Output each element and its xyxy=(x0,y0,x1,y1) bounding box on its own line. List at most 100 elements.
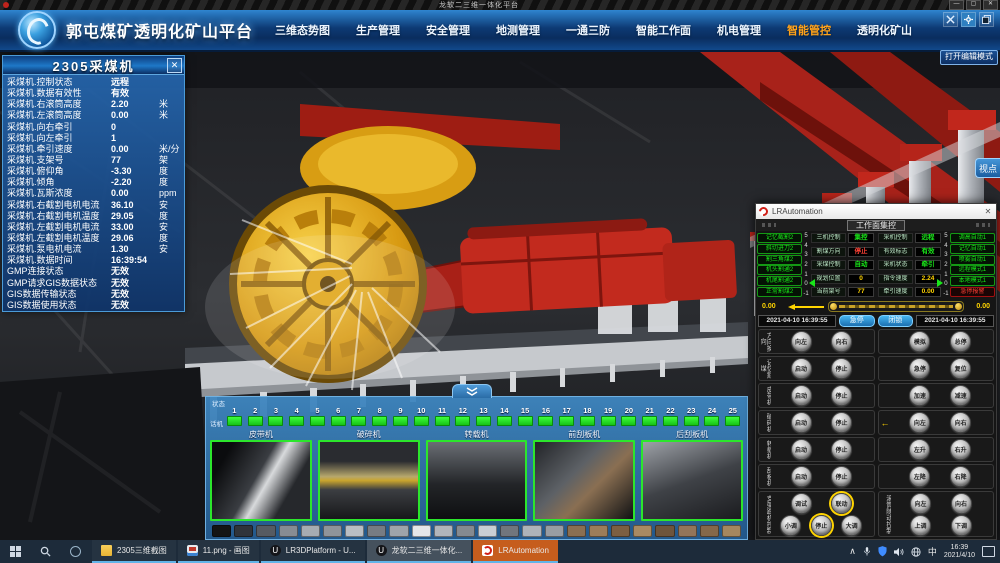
control-button[interactable]: 小调 xyxy=(780,515,801,536)
filmstrip-frame[interactable] xyxy=(545,525,564,537)
channel-status-indicator[interactable] xyxy=(725,416,740,426)
control-button[interactable]: 向右 xyxy=(951,493,972,514)
control-button[interactable]: 启动 xyxy=(791,358,812,379)
mode-button[interactable]: 记忆截割2 xyxy=(757,233,802,243)
channel-status-indicator[interactable] xyxy=(601,416,616,426)
control-button[interactable]: 启动 xyxy=(791,439,812,460)
control-button[interactable]: 向右 xyxy=(831,331,852,352)
maximize-button[interactable]: ▢ xyxy=(966,0,981,10)
channel-status-indicator[interactable] xyxy=(663,416,678,426)
ime-indicator[interactable]: 中 xyxy=(928,545,937,558)
taskbar-app[interactable]: LRAutomation xyxy=(473,540,558,563)
control-button[interactable]: 减速 xyxy=(950,385,971,406)
channel-status-indicator[interactable] xyxy=(435,416,450,426)
notification-center-icon[interactable] xyxy=(982,546,995,557)
filmstrip-frame[interactable] xyxy=(522,525,541,537)
control-button[interactable]: 向左 xyxy=(909,412,930,433)
microphone-icon[interactable] xyxy=(863,546,871,557)
filmstrip-frame[interactable] xyxy=(722,525,741,537)
channel-status-indicator[interactable] xyxy=(476,416,491,426)
control-button[interactable]: 右降 xyxy=(950,466,971,487)
control-button[interactable]: 向左 xyxy=(910,493,931,514)
filmstrip-frame[interactable] xyxy=(234,525,253,537)
taskbar-app[interactable]: 龙软二三维一体化... xyxy=(367,540,472,563)
channel-status-indicator[interactable] xyxy=(580,416,595,426)
filmstrip-frame[interactable] xyxy=(389,525,408,537)
mode-button[interactable]: 调高自动1 xyxy=(950,233,995,243)
speaker-icon[interactable] xyxy=(894,547,904,557)
control-button[interactable]: 左降 xyxy=(909,466,930,487)
control-button[interactable]: 左升 xyxy=(909,439,930,460)
shearer-position-widget[interactable] xyxy=(828,301,964,312)
filmstrip-frame[interactable] xyxy=(478,525,497,537)
control-button[interactable]: 停止 xyxy=(811,515,832,536)
channel-status-indicator[interactable] xyxy=(414,416,429,426)
lock-pill-button[interactable]: 闭锁 xyxy=(878,315,914,327)
viewpoint-tab[interactable]: 视点 xyxy=(975,158,1000,178)
tools-icon[interactable] xyxy=(943,12,958,27)
control-button[interactable]: 停止 xyxy=(831,412,852,433)
control-button[interactable]: 调试 xyxy=(791,493,812,514)
filmstrip-frame[interactable] xyxy=(256,525,275,537)
chevron-up-icon[interactable]: ∧ xyxy=(849,546,856,557)
network-globe-icon[interactable] xyxy=(911,547,921,557)
control-button[interactable]: 停止 xyxy=(831,358,852,379)
nav-menu-item[interactable]: 一通三防 xyxy=(566,22,610,38)
channel-status-indicator[interactable] xyxy=(621,416,636,426)
filmstrip-frame[interactable] xyxy=(345,525,364,537)
filmstrip-frame[interactable] xyxy=(412,525,431,537)
mode-button[interactable]: 记忆自动1 xyxy=(950,244,995,254)
control-button[interactable]: 向右 xyxy=(950,412,971,433)
taskbar-app[interactable]: 2305三维截图 xyxy=(92,540,176,563)
gear-icon[interactable] xyxy=(961,12,976,27)
nav-menu-item[interactable]: 智能管控 xyxy=(787,22,831,38)
close-icon[interactable]: ✕ xyxy=(982,206,994,217)
filmstrip-frame[interactable] xyxy=(301,525,320,537)
control-button[interactable]: 加速 xyxy=(909,385,930,406)
control-button[interactable]: 上调 xyxy=(910,515,931,536)
channel-status-indicator[interactable] xyxy=(684,416,699,426)
shield-icon[interactable] xyxy=(878,546,887,557)
filmstrip-frame[interactable] xyxy=(279,525,298,537)
filmstrip-frame[interactable] xyxy=(589,525,608,537)
channel-status-indicator[interactable] xyxy=(518,416,533,426)
camera-feed-thumbnail[interactable] xyxy=(318,440,420,521)
mode-button[interactable]: 机尾割通2 xyxy=(757,276,802,286)
channel-status-indicator[interactable] xyxy=(455,416,470,426)
channel-status-indicator[interactable] xyxy=(331,416,346,426)
filmstrip-frame[interactable] xyxy=(367,525,386,537)
open-edit-mode-button[interactable]: 打开编辑模式 xyxy=(940,50,998,65)
nav-menu-item[interactable]: 安全管理 xyxy=(426,22,470,38)
control-button[interactable]: 右升 xyxy=(950,439,971,460)
mode-button[interactable]: 正常割煤2 xyxy=(757,287,802,297)
nav-menu-item[interactable]: 智能工作面 xyxy=(636,22,691,38)
filmstrip-frame[interactable] xyxy=(500,525,519,537)
control-button[interactable]: 启动 xyxy=(791,385,812,406)
control-button[interactable]: 启动 xyxy=(791,466,812,487)
channel-status-indicator[interactable] xyxy=(559,416,574,426)
camera-feed-thumbnail[interactable] xyxy=(210,440,312,521)
control-button[interactable]: 停止 xyxy=(831,439,852,460)
control-button[interactable]: 大调 xyxy=(841,515,862,536)
filmstrip-frame[interactable] xyxy=(700,525,719,537)
channel-status-indicator[interactable] xyxy=(372,416,387,426)
filmstrip-frame[interactable] xyxy=(678,525,697,537)
channel-status-indicator[interactable] xyxy=(268,416,283,426)
search-button[interactable] xyxy=(30,540,60,563)
control-button[interactable]: 总停 xyxy=(950,331,971,352)
filmstrip-frame[interactable] xyxy=(456,525,475,537)
start-button[interactable] xyxy=(0,540,30,563)
control-button[interactable]: 复位 xyxy=(950,358,971,379)
nav-menu-item[interactable]: 透明化矿山 xyxy=(857,22,912,38)
filmstrip-frame[interactable] xyxy=(633,525,652,537)
control-button[interactable]: 停止 xyxy=(831,466,852,487)
restore-window-icon[interactable] xyxy=(979,12,994,27)
channel-status-indicator[interactable] xyxy=(704,416,719,426)
control-button[interactable]: 急停 xyxy=(909,358,930,379)
filmstrip-frame[interactable] xyxy=(434,525,453,537)
filmstrip-frame[interactable] xyxy=(655,525,674,537)
mode-button[interactable]: 远程模式1 xyxy=(950,265,995,275)
control-button[interactable]: 联动 xyxy=(831,493,852,514)
mode-button[interactable]: 斜切进刀2 xyxy=(757,244,802,254)
mode-button[interactable]: 喷雾自动1 xyxy=(950,255,995,265)
